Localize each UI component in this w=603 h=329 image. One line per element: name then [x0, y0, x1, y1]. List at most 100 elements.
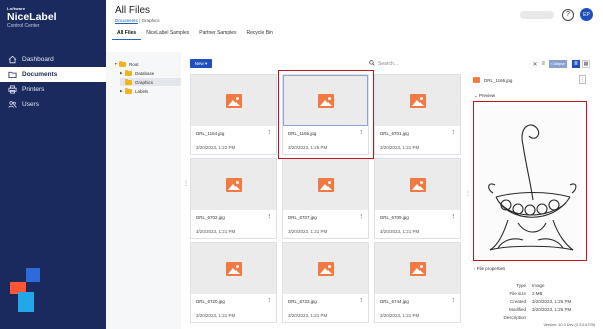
property-row: Type Image	[470, 283, 590, 291]
version-label: Version: 10.3 Dev (3.3.0.6729)	[543, 323, 595, 327]
brand-subtitle: Control Center	[7, 23, 40, 29]
sidebar-item-printers[interactable]: Printers	[0, 82, 106, 97]
file-name: DRL_6701.jpg	[380, 131, 409, 136]
image-icon	[225, 261, 242, 276]
file-name: DRL_6702.jpg	[196, 215, 225, 220]
file-thumbnail[interactable]	[283, 243, 368, 294]
more-options-icon[interactable]: ⋮	[359, 214, 365, 220]
folder-icon	[119, 60, 126, 67]
header-actions: ? EP	[520, 8, 593, 21]
file-card[interactable]: DRL_6702.jpg 3/20/2023, 1:21 PM ⋮	[190, 158, 277, 239]
chevron-down-icon: ⌄	[474, 93, 478, 98]
file-name: DRL_1164.jpg	[196, 131, 225, 136]
sidebar-item-dashboard[interactable]: Dashboard	[0, 52, 106, 67]
property-key: Type	[516, 283, 526, 288]
panel-file-header: DRL_1166.jpg	[473, 77, 512, 83]
tree-item-labels[interactable]: ▶ Labels	[120, 87, 148, 95]
tree-item-graphics[interactable]: Graphics	[120, 78, 181, 86]
sidebar-item-label: Users	[22, 101, 39, 108]
search-box[interactable]: Search...	[369, 59, 468, 69]
preview-section-toggle[interactable]: ⌄ Preview	[474, 93, 495, 99]
folder-icon	[125, 69, 132, 76]
help-button[interactable]: ?	[562, 8, 574, 21]
tab-all-files[interactable]: All Files	[112, 28, 142, 40]
file-thumbnail[interactable]	[375, 75, 460, 126]
image-icon	[409, 261, 426, 276]
file-card[interactable]: DRL_6723.jpg 3/20/2023, 1:21 PM ⋮	[282, 242, 369, 323]
file-card[interactable]: DRL_1164.jpg 3/20/2023, 1:22 PM ⋮	[190, 74, 277, 155]
more-options-icon[interactable]: ⋮	[451, 298, 457, 304]
tree-item-label: Root	[129, 61, 139, 67]
image-icon	[409, 93, 426, 108]
more-options-icon[interactable]: ⋮	[267, 130, 273, 136]
file-date: 3/20/2023, 1:22 PM	[196, 145, 236, 150]
more-options-icon[interactable]: ⋮	[451, 214, 457, 220]
user-name-chip[interactable]	[520, 10, 554, 19]
more-options-icon[interactable]: ⋮	[267, 298, 273, 304]
tab-nicelabel-samples[interactable]: NiceLabel Samples	[141, 28, 194, 40]
breadcrumb-root-link[interactable]: Documents	[115, 18, 138, 23]
property-row: Description	[470, 315, 590, 323]
search-icon	[369, 60, 375, 68]
loftware-logo-mark	[10, 268, 40, 314]
printer-icon	[7, 85, 17, 95]
tab-recycle-bin[interactable]: Recycle Bin	[242, 28, 278, 40]
new-button[interactable]: New ▾	[190, 59, 212, 68]
file-card[interactable]: DRL_6709.jpg 3/20/2023, 1:21 PM ⋮	[374, 158, 461, 239]
panel-more-options-button[interactable]: ⋮	[579, 75, 586, 84]
tree-item-root[interactable]: ▼ Root	[114, 60, 139, 68]
search-input[interactable]: Search...	[378, 61, 398, 67]
file-toolbar: New ▾ Search...	[190, 58, 468, 70]
property-value: 3/20/2023, 1:25 PM	[532, 299, 572, 304]
panel-file-name: DRL_1166.jpg	[484, 77, 513, 83]
more-options-icon[interactable]: ⋮	[359, 298, 365, 304]
image-icon	[409, 177, 426, 192]
folder-tree: ▼ Root ▶ Database Graphics ▶ Labels	[106, 52, 181, 329]
filter-icon[interactable]: ≡	[541, 61, 545, 67]
avatar[interactable]: EP	[580, 8, 593, 21]
file-date: 3/20/2023, 1:21 PM	[288, 229, 328, 234]
preview-highlight	[473, 101, 587, 261]
file-thumbnail[interactable]	[375, 159, 460, 210]
file-card[interactable]: DRL_6744.jpg 3/20/2023, 1:21 PM ⋮	[374, 242, 461, 323]
folder-icon	[7, 70, 17, 80]
panel-toolbar: ✕ ≡ Collapse ≣ ▦	[498, 58, 590, 70]
sidebar-item-documents[interactable]: Documents	[0, 67, 106, 82]
sidebar-item-label: Documents	[22, 71, 58, 78]
file-thumbnail[interactable]	[283, 159, 368, 210]
property-key: Description	[503, 315, 526, 320]
property-value: 3/20/2023, 1:25 PM	[532, 307, 572, 312]
file-thumbnail[interactable]	[191, 159, 276, 210]
tree-resize-handle[interactable]: ⋮	[183, 180, 189, 187]
tree-item-database[interactable]: ▶ Database	[120, 69, 154, 77]
file-properties-section-toggle[interactable]: › File properties	[474, 266, 505, 271]
property-row: File size 2 MB	[470, 291, 590, 299]
file-card[interactable]: DRL_6707.jpg 3/20/2023, 1:21 PM ⋮	[282, 158, 369, 239]
more-options-icon[interactable]: ⋮	[451, 130, 457, 136]
file-thumbnail[interactable]	[191, 75, 276, 126]
file-name: DRL_6723.jpg	[288, 299, 317, 304]
file-name: DRL_6720.jpg	[196, 299, 225, 304]
sidebar-item-users[interactable]: Users	[0, 97, 106, 112]
image-icon	[225, 177, 242, 192]
tab-bar: All Files NiceLabel Samples Partner Samp…	[112, 28, 278, 40]
more-options-icon[interactable]: ⋮	[267, 214, 273, 220]
image-icon	[225, 93, 242, 108]
file-card[interactable]: DRL_6701.jpg 3/20/2023, 1:21 PM ⋮	[374, 74, 461, 155]
image-icon	[317, 177, 334, 192]
file-card[interactable]: DRL_6720.jpg 3/20/2023, 1:21 PM ⋮	[190, 242, 277, 323]
property-key: Modified	[508, 307, 526, 312]
tab-partner-samples[interactable]: Partner Samples	[194, 28, 241, 40]
grid-view-icon[interactable]: ▦	[582, 60, 590, 68]
sidebar-item-label: Dashboard	[22, 56, 54, 63]
brand-logo[interactable]: Loftware NiceLabel Control Center	[7, 6, 57, 30]
clear-search-icon[interactable]: ✕	[532, 61, 537, 68]
file-name: DRL_6707.jpg	[288, 215, 317, 220]
list-view-icon[interactable]: ≣	[572, 60, 580, 68]
collapse-button[interactable]: Collapse	[549, 60, 567, 68]
file-thumbnail[interactable]	[375, 243, 460, 294]
file-thumbnail[interactable]	[191, 243, 276, 294]
file-date: 3/20/2023, 1:21 PM	[380, 313, 420, 318]
image-icon	[317, 261, 334, 276]
breadcrumb-separator: /	[139, 18, 141, 23]
